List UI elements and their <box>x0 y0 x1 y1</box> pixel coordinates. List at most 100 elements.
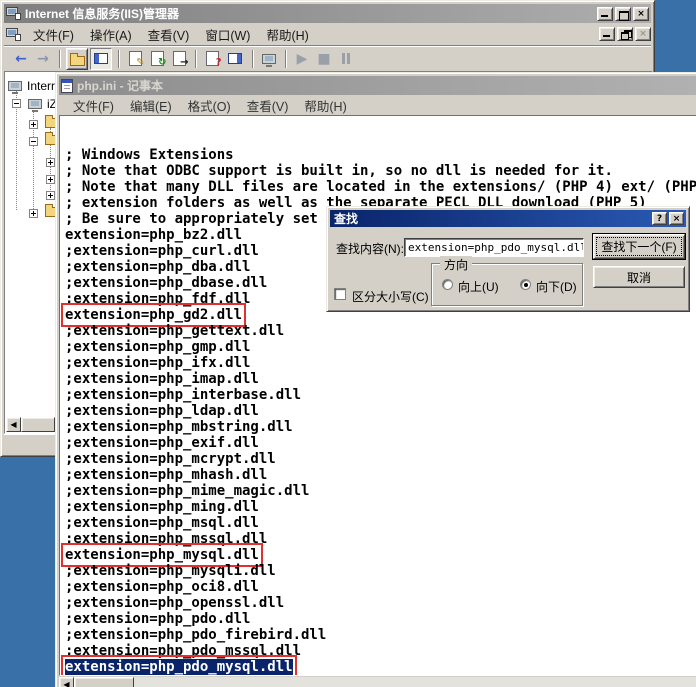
forward-icon[interactable]: → <box>34 50 52 68</box>
notepad-menu-item-edit[interactable]: 编辑(E) <box>122 94 180 117</box>
up-one-level-button[interactable] <box>66 47 88 70</box>
find-next-button[interactable]: 查找下一个(F) <box>592 233 686 260</box>
iis-mdi-system-icon[interactable] <box>6 27 21 41</box>
notepad-menu-item-view[interactable]: 查看(V) <box>239 94 297 117</box>
notepad-menu-item-format[interactable]: 格式(O) <box>180 94 239 117</box>
notepad-hscrollbar[interactable]: ◀ <box>59 677 696 687</box>
line-text: ;extension=php_mssql.dll <box>65 531 268 547</box>
tree-expander-minus-icon[interactable] <box>29 137 38 146</box>
php-ini-line: ;extension=php_pdo_firebird.dll <box>65 627 696 643</box>
iis-menu-item-file[interactable]: 文件(F) <box>25 23 82 46</box>
php-ini-line: ;extension=php_ifx.dll <box>65 355 696 371</box>
direction-down-radio[interactable] <box>520 279 531 290</box>
notepad-menu-item-file[interactable]: 文件(F) <box>65 94 122 117</box>
line-text: ;extension=php_dbase.dll <box>65 275 268 291</box>
notepad-menu-item-help[interactable]: 帮助(H) <box>296 94 354 117</box>
export-list-icon[interactable]: → <box>170 50 189 68</box>
mdi-close-icon-disabled[interactable]: × <box>635 27 651 41</box>
php-ini-line: ;extension=php_mime_magic.dll <box>65 483 696 499</box>
panel-icon <box>228 53 242 64</box>
iis-menu-item-help[interactable]: 帮助(H) <box>258 23 316 46</box>
iis-menu-item-view[interactable]: 查看(V) <box>140 23 198 46</box>
tree-expander-plus-icon[interactable] <box>46 191 55 200</box>
php-ini-line: ;extension=php_openssl.dll <box>65 595 696 611</box>
pause-item-icon[interactable] <box>337 50 355 68</box>
toolbar-separator <box>195 49 196 68</box>
help-icon[interactable]: ? <box>652 212 667 225</box>
iis-window-title: Internet 信息服务(IIS)管理器 <box>25 7 180 21</box>
tree-item[interactable]: Interr <box>8 79 56 94</box>
iis-menu-item-window[interactable]: 窗口(W) <box>197 23 258 46</box>
php-ini-line: ;extension=php_gmp.dll <box>65 339 696 355</box>
computer-icon <box>8 81 22 94</box>
scrollbar-thumb[interactable] <box>74 677 134 687</box>
scroll-left-arrow-icon[interactable]: ◀ <box>6 417 21 432</box>
scrollbar-thumb[interactable] <box>21 417 55 432</box>
line-text: ;extension=php_pdo.dll <box>65 611 251 627</box>
properties-icon[interactable]: ✎ <box>126 50 145 68</box>
back-icon[interactable]: ← <box>12 50 30 68</box>
refresh-icon[interactable]: ↻ <box>148 50 167 68</box>
tree-expander-plus-icon[interactable] <box>29 209 38 218</box>
line-text: ;extension=php_gettext.dll <box>65 323 285 339</box>
cancel-button[interactable]: 取消 <box>593 266 685 288</box>
php-ini-line: ;extension=php_mbstring.dll <box>65 419 696 435</box>
mdi-minimize-icon[interactable] <box>599 27 615 41</box>
line-text: ;extension=php_fdf.dll <box>65 291 251 307</box>
php-ini-line: extension=php_mysql.dll <box>61 543 696 567</box>
show-hide-tree-button[interactable] <box>90 47 112 70</box>
tree-expander-plus-icon[interactable] <box>46 158 55 167</box>
tree-expander-plus-icon[interactable] <box>46 175 55 184</box>
mdi-restore-icon[interactable] <box>617 27 633 41</box>
toolbar-separator <box>118 49 119 68</box>
notepad-text-area[interactable]: ; Windows Extensions; Note that ODBC sup… <box>59 115 696 676</box>
notepad-app-icon <box>61 78 73 93</box>
match-case-label: 区分大小写(C) <box>352 290 429 304</box>
find-dialog-titlebar[interactable]: 查找 ? × <box>330 210 686 227</box>
connect-computer-icon[interactable] <box>260 50 278 68</box>
close-icon[interactable]: × <box>633 6 649 21</box>
toolbar-separator <box>59 49 60 68</box>
notepad-titlebar[interactable]: php.ini - 记事本 <box>59 76 696 95</box>
monitor-shape <box>262 53 276 67</box>
maximize-icon[interactable] <box>615 6 631 21</box>
start-item-icon[interactable]: ▶ <box>293 50 311 68</box>
line-text: ;extension=php_gmp.dll <box>65 339 251 355</box>
scroll-left-arrow-icon[interactable]: ◀ <box>59 677 74 687</box>
php-ini-line: ;extension=php_msql.dll <box>65 515 696 531</box>
find-what-input[interactable]: extension=php_pdo_mysql.dll <box>404 238 584 257</box>
php-ini-line: ;extension=php_oci8.dll <box>65 579 696 595</box>
close-icon[interactable]: × <box>669 212 684 225</box>
tree-item-label: Interr <box>27 79 56 93</box>
iis-app-icon <box>6 7 21 20</box>
php-ini-line: ;extension=php_gettext.dll <box>65 323 696 339</box>
notepad-window: php.ini - 记事本 文件(F) 编辑(E) 格式(O) 查看(V) 帮助(H) … <box>55 72 696 687</box>
up-folder-icon <box>69 52 85 66</box>
help-icon[interactable]: ? <box>203 50 222 68</box>
minimize-icon[interactable] <box>597 6 613 21</box>
line-text: ;extension=php_pdo_mssql.dll <box>65 643 302 659</box>
stop-item-icon[interactable]: ■ <box>315 50 333 68</box>
line-text: ; Note that many DLL files are located i… <box>65 179 696 195</box>
direction-up-radio[interactable] <box>442 279 453 290</box>
match-case-checkbox[interactable] <box>334 288 346 300</box>
refresh-icon-sheet: ↻ <box>150 51 167 68</box>
php-ini-line: ;extension=php_ming.dll <box>65 499 696 515</box>
line-text: ; Be sure to appropriately set <box>65 211 318 227</box>
php-ini-line: extension=php_pdo_mysql.dll <box>61 655 696 675</box>
iis-titlebar[interactable]: Internet 信息服务(IIS)管理器 × <box>4 4 651 23</box>
line-text: ;extension=php_curl.dll <box>65 243 259 259</box>
desktop: Internet 信息服务(IIS)管理器 × 文件(F) 操作(A) 查看(V) 窗… <box>0 0 696 687</box>
help-icon-sheet: ? <box>205 51 222 68</box>
pause-bars <box>342 53 350 64</box>
php-ini-line: ;extension=php_interbase.dll <box>65 387 696 403</box>
detail-pane-icon[interactable] <box>224 48 246 70</box>
iis-menu-item-action[interactable]: 操作(A) <box>82 23 140 46</box>
panel-icon <box>94 53 108 64</box>
line-text: ; Note that ODBC support is built in, so… <box>65 163 613 179</box>
tree-expander-minus-icon[interactable] <box>12 99 21 108</box>
export-list-icon-sheet: → <box>172 51 189 68</box>
tree-expander-plus-icon[interactable] <box>29 120 38 129</box>
php-ini-line: ; Note that ODBC support is built in, so… <box>65 163 696 179</box>
direction-groupbox: 方向 向上(U) 向下(D) <box>431 256 583 306</box>
